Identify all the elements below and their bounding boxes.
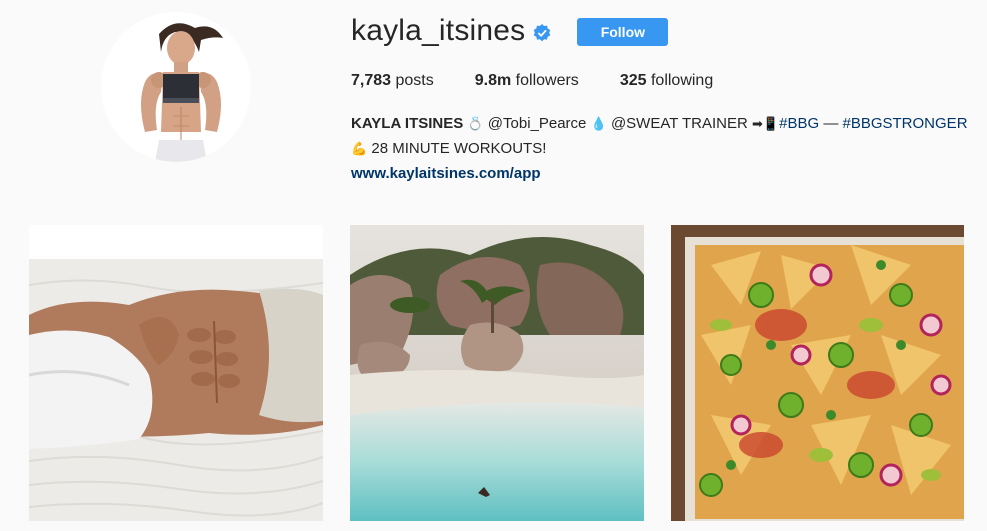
bio-line-2: 💪 28 MINUTE WORKOUTS! bbox=[351, 137, 968, 162]
post-image-2 bbox=[350, 225, 644, 521]
following-stat[interactable]: 325 following bbox=[620, 72, 713, 90]
bio-title: @SWEAT TRAINER bbox=[610, 115, 748, 132]
bio-line-1: KAYLA ITSINES 💍 @Tobi_Pearce 💧 @SWEAT TR… bbox=[351, 112, 968, 137]
post-thumbnail-2[interactable] bbox=[350, 225, 644, 521]
website-link[interactable]: www.kaylaitsines.com/app bbox=[351, 165, 541, 182]
post-image-1 bbox=[29, 225, 323, 521]
post-image-3 bbox=[671, 225, 964, 521]
followers-stat[interactable]: 9.8m followers bbox=[475, 72, 579, 90]
droplet-icon: 💧 bbox=[590, 117, 607, 132]
bio-line-2-text: 28 MINUTE WORKOUTS! bbox=[371, 140, 547, 157]
full-name: KAYLA ITSINES bbox=[351, 115, 464, 132]
profile-bio: KAYLA ITSINES 💍 @Tobi_Pearce 💧 @SWEAT TR… bbox=[351, 112, 968, 186]
posts-stat: 7,783 posts bbox=[351, 72, 434, 90]
posts-count: 7,783 bbox=[351, 72, 392, 89]
hashtag-bbg[interactable]: #BBG bbox=[779, 115, 819, 132]
profile-stats: 7,783 posts 9.8m followers 325 following bbox=[351, 72, 754, 90]
hashtag-bbgstronger[interactable]: #BBGSTRONGER bbox=[843, 115, 968, 132]
bio-dash: — bbox=[823, 115, 839, 132]
ring-icon: 💍 bbox=[467, 117, 484, 132]
following-label: following bbox=[650, 72, 714, 89]
post-thumbnail-1[interactable] bbox=[29, 225, 323, 521]
muscle-icon: 💪 bbox=[351, 142, 368, 157]
mention-link[interactable]: @Tobi_Pearce bbox=[488, 115, 587, 132]
username: kayla_itsines bbox=[351, 14, 526, 47]
followers-label: followers bbox=[515, 72, 579, 89]
profile-header-row: kayla_itsines Follow bbox=[351, 14, 669, 48]
posts-label: posts bbox=[395, 72, 434, 89]
arrow-phone-icon: ➡📱 bbox=[752, 117, 780, 132]
post-thumbnail-3[interactable] bbox=[671, 225, 964, 521]
follow-button[interactable]: Follow bbox=[577, 18, 669, 46]
bio-line-3: www.kaylaitsines.com/app bbox=[351, 162, 968, 186]
profile-avatar[interactable] bbox=[101, 12, 251, 162]
following-count: 325 bbox=[619, 72, 647, 89]
verified-badge-icon bbox=[534, 24, 551, 42]
followers-count: 9.8m bbox=[474, 72, 512, 89]
